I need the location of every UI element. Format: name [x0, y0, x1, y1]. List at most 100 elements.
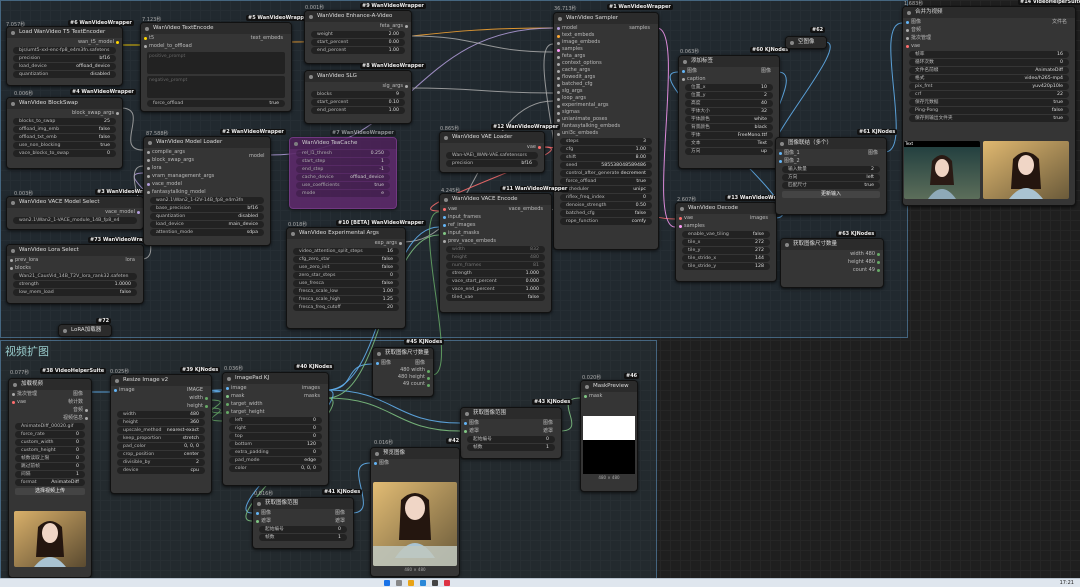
widget-vae-tiling[interactable]: enable_vae_tiling false: [682, 231, 770, 238]
input-slot[interactable]: input_frames: [440, 213, 551, 221]
input-slot[interactable]: loop_args: [554, 95, 658, 102]
browser-icon[interactable]: [420, 580, 426, 586]
widget-tiled-vae[interactable]: tiled_vae false: [446, 294, 545, 301]
output-slot[interactable]: 音频: [9, 406, 91, 414]
widget-font-color[interactable]: 字体颜色 white: [685, 116, 773, 123]
widget-model-name[interactable]: wan2.1\Wan2_1-I2V-14B_fp8_e4m3fn: [150, 197, 264, 204]
node-title[interactable]: 加载视频: [9, 379, 91, 390]
input-slot[interactable]: samples: [676, 222, 776, 230]
node-title[interactable]: 图像联结（多个）: [776, 138, 886, 149]
widget-attention-mode[interactable]: attention_mode sdpa: [150, 229, 264, 236]
widget-vae-name[interactable]: Wan-VAE\_WAN-VAE.safetensors: [446, 152, 538, 159]
widget-color[interactable]: color 0, 0, 0: [229, 465, 322, 472]
widget-loop-count[interactable]: 循环次数 0: [909, 59, 1069, 66]
input-slot[interactable]: 批次管理 图像: [9, 390, 91, 398]
widget-seed[interactable]: seed 585538048589486: [560, 162, 652, 169]
output-slot[interactable]: slg_args: [305, 82, 411, 90]
widget-frame-count[interactable]: 帧数 1: [467, 444, 555, 451]
widget-weight[interactable]: weight 2.00: [311, 31, 405, 38]
positive-prompt-field[interactable]: positive_prompt: [147, 52, 285, 74]
widget-end-step[interactable]: end_step -1: [296, 166, 390, 173]
node-vace-model-select[interactable]: WanVideo VACE Model Select vace_model wa…: [6, 196, 144, 230]
widget-force-offload[interactable]: force_offload true: [560, 178, 652, 185]
input-slot[interactable]: batched_cfg: [554, 81, 658, 88]
node-canvas[interactable]: 视频扩图 Load WanVideo T5 TextEncoder wan_t5…: [0, 0, 1080, 586]
widget-custom-height[interactable]: custom_height 0: [15, 447, 85, 454]
input-slot[interactable]: 图像 图像: [679, 67, 779, 75]
input-slot[interactable]: 图像 图像: [461, 419, 561, 427]
negative-prompt-field[interactable]: negative_prompt: [147, 76, 285, 98]
widget-use-coefficients[interactable]: use_coefficients true: [296, 182, 390, 189]
input-slot[interactable]: feta_args: [554, 53, 658, 60]
widget-denoise[interactable]: denoise_strength 0.50: [560, 202, 652, 209]
widget-filename-prefix[interactable]: 文件名前缀 AnimateDiff: [909, 67, 1069, 74]
widget-top[interactable]: top 0: [229, 433, 322, 440]
widget-vace-end[interactable]: vace_end_percent 1.000: [446, 286, 545, 293]
input-slot[interactable]: target_height: [223, 408, 328, 416]
input-slot[interactable]: 图像: [371, 459, 459, 467]
widget-attn-split[interactable]: video_attention_split_steps 16: [293, 248, 399, 255]
output-slot[interactable]: width 480: [781, 250, 883, 258]
input-slot[interactable]: vae: [903, 42, 1075, 50]
node-vae-loader[interactable]: WanVideo VAE Loader vae Wan-VAE\_WAN-VAE…: [439, 131, 545, 173]
update-inputs-button[interactable]: 更新输入: [782, 191, 880, 198]
input-slot[interactable]: mask: [581, 392, 637, 400]
widget-cache-device[interactable]: cache_device offload_device: [296, 174, 390, 181]
widget-base-precision[interactable]: base_precision bf16: [150, 205, 264, 212]
node-title[interactable]: 获取图像尺寸数量: [781, 239, 883, 250]
input-slot[interactable]: 遮罩 遮罩: [461, 427, 561, 435]
widget-force-offload[interactable]: force_offload true: [147, 100, 285, 107]
input-slot[interactable]: text_embeds: [554, 32, 658, 39]
node-teacache-bypassed[interactable]: WanVideo TeaCache rel_l1_thresh 0.250 sta…: [289, 137, 397, 209]
node-title[interactable]: MaskPreview: [581, 381, 637, 392]
widget-vace-model[interactable]: wan2.1\Wan2_1-VACE_module_14B_fp8_e4: [13, 217, 137, 224]
output-slot[interactable]: block_swap_args: [7, 109, 122, 117]
widget-format[interactable]: format AnimateDiff: [15, 479, 85, 486]
node-get-image-size[interactable]: 获取图像尺寸数量 width 480 height 480 count 49: [780, 238, 884, 288]
node-title[interactable]: LoRA加载器: [59, 325, 111, 336]
output-slot[interactable]: vace_model: [7, 208, 143, 216]
node-image-concat[interactable]: 图像联结（多个） 图像_1 图像 图像_2 输入数量 2 方向 left 匹配尺寸 tr…: [775, 137, 887, 215]
node-title[interactable]: Resize Image v2: [111, 375, 211, 386]
widget-keep-proportion[interactable]: keep_proportion stretch: [117, 435, 205, 442]
widget-strength[interactable]: strength 1.0000: [13, 281, 137, 288]
input-slot[interactable]: model samples: [554, 24, 658, 32]
input-slot[interactable]: prev_vace_embeds: [440, 237, 551, 245]
node-text-encode[interactable]: WanVideo TextEncode t5 text_embeds model_…: [140, 22, 292, 112]
node-title[interactable]: ImagePad KJ: [223, 373, 328, 384]
widget-direction[interactable]: 方向 left: [782, 174, 880, 181]
widget-crf[interactable]: crf 22: [909, 91, 1069, 98]
widget-height[interactable]: height 360: [117, 419, 205, 426]
node-empty-image-collapsed[interactable]: 空图像: [785, 36, 827, 49]
output-slot[interactable]: width: [111, 394, 211, 402]
widget-vace-blocks[interactable]: vace_blocks_to_swap 0: [13, 150, 116, 157]
widget-start-step[interactable]: start_step 1: [296, 158, 390, 165]
node-title[interactable]: 获取图像范围: [461, 408, 561, 419]
node-blockswap[interactable]: WanVideo BlockSwap block_swap_args block…: [6, 97, 123, 169]
input-slot[interactable]: t5 text_embeds: [141, 34, 291, 42]
output-slot[interactable]: exp_args: [287, 239, 405, 247]
widget-steps[interactable]: steps 3: [560, 138, 652, 145]
node-slg[interactable]: WanVideo SLG slg_args blocks 9 start_perc…: [304, 70, 412, 124]
input-slot[interactable]: model_to_offload: [141, 42, 291, 50]
node-title[interactable]: 预览图像: [371, 448, 459, 459]
node-get-image-size-2[interactable]: 获取图像尺寸数量 图像 图像 480 width 480 height 49 co…: [372, 347, 434, 397]
node-title[interactable]: Load WanVideo T5 TextEncoder: [7, 27, 122, 38]
widget-text[interactable]: 文本 Text: [685, 140, 773, 147]
input-slot[interactable]: blocks: [7, 264, 143, 272]
widget-batched-cfg[interactable]: batched_cfg false: [560, 210, 652, 217]
widget-font-size[interactable]: 字体大小 32: [685, 108, 773, 115]
widget-tile-y[interactable]: tile_y 272: [682, 247, 770, 254]
node-image-range-1[interactable]: 获取图像范围 图像 图像 遮罩 遮罩 起始编号 0 帧数 1: [460, 407, 562, 459]
widget-num-frames[interactable]: num_frames 81: [446, 262, 545, 269]
widget-control-after-generate[interactable]: control_after_generate decrement: [560, 170, 652, 177]
widget-precision[interactable]: precision bf16: [13, 55, 116, 62]
input-slot[interactable]: 音频: [903, 26, 1075, 34]
output-slot[interactable]: 49 count: [373, 381, 433, 388]
widget-divisible-by[interactable]: divisible_by 2: [117, 459, 205, 466]
widget-rel-l1[interactable]: rel_l1_thresh 0.250: [296, 150, 390, 157]
input-slot[interactable]: 批次管理: [903, 34, 1075, 42]
output-slot[interactable]: 480 height: [373, 374, 433, 381]
node-add-label[interactable]: 添加标签 图像 图像 caption 位置_x 10 位置_y 2 高度 40 字体大小…: [678, 55, 780, 169]
widget-save-metadata[interactable]: 保存元数据 true: [909, 99, 1069, 106]
